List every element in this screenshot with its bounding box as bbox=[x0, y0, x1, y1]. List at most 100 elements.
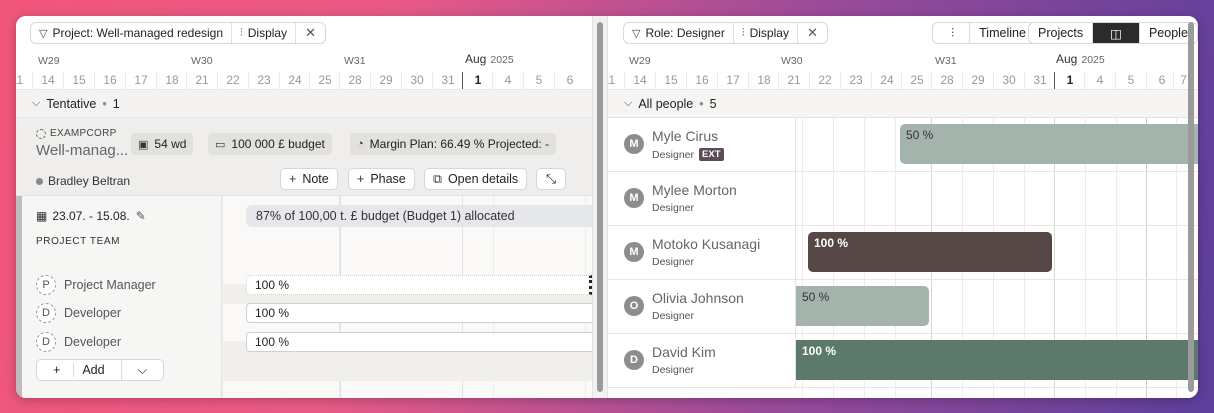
avatar: D bbox=[624, 350, 644, 370]
day-label: 16 bbox=[686, 72, 717, 89]
timeline-ruler: W29 W30 W31 Aug2025 11 14 15 16 17 18 21… bbox=[608, 50, 1198, 90]
right-scrollbar[interactable] bbox=[1188, 22, 1194, 392]
project-filter[interactable]: ▽ Project: Well-managed redesign bbox=[31, 23, 232, 43]
person-row-label[interactable]: M Motoko Kusanagi Designer bbox=[608, 226, 796, 280]
phase-date-range[interactable]: ▦ 23.07. - 15.08. ✎ bbox=[36, 209, 146, 223]
people-pane: ▽ Role: Designer ⫶ Display ✕ ⫶ Timeline Pro… bbox=[608, 16, 1198, 398]
day-label: 30 bbox=[993, 72, 1024, 89]
group-count: 5 bbox=[709, 96, 717, 111]
person-row-label[interactable]: D David Kim Designer bbox=[608, 334, 796, 388]
allocation-bar[interactable]: 100 % bbox=[246, 275, 592, 295]
day-label-today: 1 bbox=[462, 72, 493, 89]
timeline-ruler: W29 W30 W31 Aug2025 11 14 15 16 17 18 21… bbox=[16, 50, 592, 90]
person-row-label[interactable]: M Mylee Morton Designer bbox=[608, 172, 796, 226]
allocation-bar[interactable]: 100 % bbox=[246, 303, 592, 323]
add-note-button[interactable]: + Note bbox=[280, 168, 338, 190]
margin-chip: ◔ Margin Plan: 66.49 % Projected: - bbox=[350, 133, 557, 155]
day-label: 24 bbox=[279, 72, 310, 89]
week-label: W30 bbox=[781, 55, 803, 67]
clear-filter-button[interactable]: ✕ bbox=[296, 23, 325, 43]
week-label: W29 bbox=[38, 55, 60, 67]
projects-view-button[interactable]: Projects bbox=[1029, 23, 1092, 43]
left-scrollbar[interactable] bbox=[597, 22, 603, 392]
person-role: Designer bbox=[652, 310, 695, 322]
person-role: Designer bbox=[652, 202, 695, 214]
day-label: 29 bbox=[962, 72, 993, 89]
add-phase-button[interactable]: + Phase bbox=[348, 168, 415, 190]
plus-icon: + bbox=[289, 172, 297, 186]
collapse-icon: ⤡ bbox=[546, 171, 557, 186]
person-name: Mylee Morton bbox=[652, 182, 737, 198]
filter-icon: ▽ bbox=[39, 27, 48, 40]
phase-block: 87% of 100,00 t. £ budget (Budget 1) all… bbox=[16, 196, 592, 398]
add-button[interactable]: + Add bbox=[37, 360, 121, 380]
owner-dot bbox=[36, 177, 43, 185]
week-label: W30 bbox=[191, 55, 213, 67]
project-owner: Bradley Beltran bbox=[36, 174, 130, 188]
month-label: Aug 2025 bbox=[465, 52, 514, 66]
project-row: EXAMPCORP Well-manag... ▣ 54 wd ▭ 100 000 … bbox=[16, 118, 592, 196]
collapse-button[interactable]: ⤡ bbox=[536, 168, 567, 190]
avatar: M bbox=[624, 188, 644, 208]
allocation-bar[interactable]: 50 % bbox=[796, 286, 929, 326]
window-icon: ⧉ bbox=[433, 171, 442, 186]
person-role: Designer EXT bbox=[652, 148, 724, 161]
close-icon: ✕ bbox=[806, 25, 818, 40]
person-row-label[interactable]: M Myle Cirus Designer EXT bbox=[608, 118, 796, 172]
allocation-bar[interactable]: 50 % bbox=[900, 124, 1198, 164]
open-details-button[interactable]: ⧉ Open details bbox=[424, 168, 528, 190]
split-view-button[interactable]: ◫ bbox=[1092, 23, 1139, 43]
add-dropdown-button[interactable]: ⌵ bbox=[120, 360, 163, 380]
status-icon bbox=[36, 128, 46, 139]
week-label: W29 bbox=[629, 55, 651, 67]
calendar-icon: ▦ bbox=[36, 209, 48, 223]
pane-divider[interactable] bbox=[592, 16, 608, 398]
day-label: 17 bbox=[717, 72, 748, 89]
project-name[interactable]: Well-manag... bbox=[36, 142, 128, 159]
calendar-check-icon: ▣ bbox=[138, 138, 149, 151]
plus-icon: + bbox=[53, 363, 61, 377]
budget-allocation-bar[interactable]: 87% of 100,00 t. £ budget (Budget 1) all… bbox=[246, 205, 592, 227]
role-filter[interactable]: ▽ Role: Designer bbox=[624, 23, 734, 43]
allocation-bar[interactable]: 100 % bbox=[246, 332, 592, 352]
team-role[interactable]: D Developer bbox=[36, 303, 121, 323]
sliders-icon: ⫶ bbox=[240, 26, 243, 39]
group-header-tentative[interactable]: ⌵ Tentative • 1 bbox=[16, 90, 592, 118]
role-avatar: D bbox=[36, 332, 56, 352]
client-name: EXAMPCORP bbox=[36, 128, 128, 139]
role-filter-bar: ▽ Role: Designer ⫶ Display ✕ bbox=[623, 22, 828, 44]
week-label: W31 bbox=[344, 55, 366, 67]
clear-filter-button[interactable]: ✕ bbox=[798, 23, 827, 43]
day-label: 25 bbox=[309, 72, 340, 89]
day-label: 23 bbox=[248, 72, 279, 89]
display-button[interactable]: ⫶ Display bbox=[232, 23, 297, 43]
day-label: 4 bbox=[492, 72, 523, 89]
day-label: 29 bbox=[370, 72, 401, 89]
app-window: ▽ Project: Well-managed redesign ⫶ Display… bbox=[16, 16, 1198, 398]
person-row-label[interactable]: O Olivia Johnson Designer bbox=[608, 280, 796, 334]
person-name: Olivia Johnson bbox=[652, 290, 744, 306]
role-avatar: P bbox=[36, 275, 56, 295]
day-label: 21 bbox=[186, 72, 217, 89]
person-timeline-row: 50 % bbox=[796, 118, 1198, 172]
chart-pie-icon: ◔ bbox=[357, 138, 364, 150]
day-label: 21 bbox=[778, 72, 809, 89]
day-label: 5 bbox=[523, 72, 554, 89]
allocation-bar[interactable]: 100 % bbox=[808, 232, 1052, 272]
allocation-bar[interactable]: 100 % bbox=[796, 340, 1198, 380]
close-icon: ✕ bbox=[305, 25, 317, 40]
team-role[interactable]: D Developer bbox=[36, 332, 121, 352]
group-header-all-people[interactable]: ⌵ All people • 5 bbox=[608, 90, 1198, 118]
team-role[interactable]: P Project Manager bbox=[36, 275, 156, 295]
day-label: 28 bbox=[339, 72, 370, 89]
person-timeline-row: 100 % bbox=[796, 334, 1198, 388]
week-label: W31 bbox=[935, 55, 957, 67]
display-button[interactable]: ⫶ Display bbox=[734, 23, 798, 43]
day-label: 15 bbox=[63, 72, 94, 89]
project-filter-bar: ▽ Project: Well-managed redesign ⫶ Display… bbox=[30, 22, 327, 44]
day-label: 23 bbox=[840, 72, 871, 89]
day-label: 18 bbox=[748, 72, 779, 89]
day-label: 24 bbox=[871, 72, 902, 89]
day-label: 18 bbox=[156, 72, 187, 89]
month-label: Aug 2025 bbox=[1056, 52, 1105, 66]
